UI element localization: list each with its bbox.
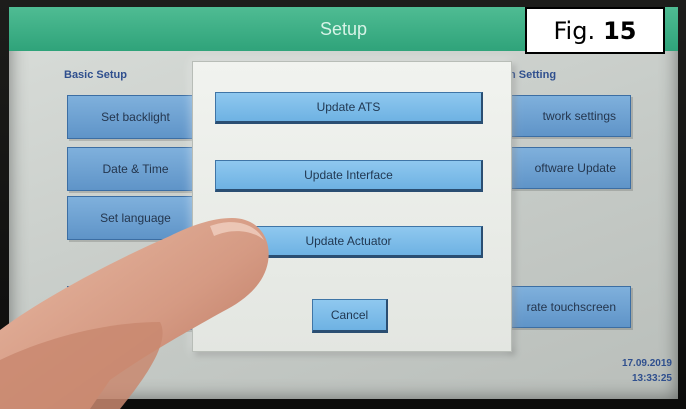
set-backlight-button[interactable]: Set backlight: [67, 95, 204, 139]
cancel-button[interactable]: Cancel: [312, 299, 388, 333]
calibrate-touchscreen-button[interactable]: rate touchscreen: [491, 286, 631, 328]
figure-number: 15: [603, 16, 637, 45]
update-ats-button[interactable]: Update ATS: [215, 92, 483, 124]
network-setting-heading: n Setting: [509, 69, 557, 81]
network-settings-button[interactable]: twork settings: [491, 95, 631, 137]
time-text: 13:33:25: [631, 373, 672, 384]
basic-setup-heading: Basic Setup: [64, 69, 127, 81]
update-interface-button[interactable]: Update Interface: [215, 160, 483, 192]
figure-prefix: Fig.: [553, 16, 596, 45]
datetime-readout: 17.09.2019 13:33:25: [622, 356, 672, 386]
update-actuator-button[interactable]: Update Actuator: [215, 226, 483, 258]
touchscreen: Setup Basic Setup n Setting Set backligh…: [9, 7, 678, 399]
app-title: Setup: [319, 18, 368, 39]
figure-label: Fig. 15: [525, 7, 665, 54]
update-dialog: Update ATS Update Interface Update Actua…: [192, 61, 512, 352]
date-time-button[interactable]: Date & Time: [67, 147, 204, 191]
hidden-left-button[interactable]: [67, 286, 204, 330]
date-text: 17.09.2019: [621, 358, 672, 369]
set-language-button[interactable]: Set language: [67, 196, 204, 240]
software-update-button[interactable]: oftware Update: [491, 147, 631, 189]
